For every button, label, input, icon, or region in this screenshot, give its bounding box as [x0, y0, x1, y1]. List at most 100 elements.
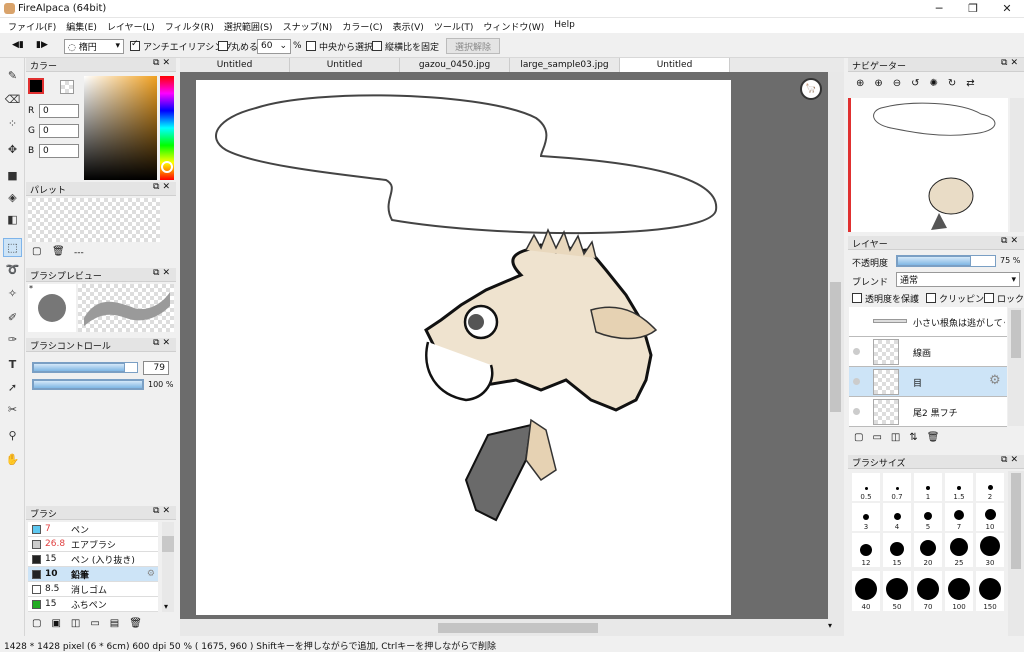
layer-footer-icons[interactable]: ▢▭◫⇅🗑	[854, 432, 948, 443]
protect-alpha-checkbox[interactable]: 透明度を保護	[852, 290, 919, 306]
tab-untitled-active[interactable]: Untitled	[620, 58, 730, 72]
brush-size-input[interactable]: 79	[143, 361, 169, 375]
panel-float-close-icon[interactable]: ⧉✕	[153, 182, 173, 192]
brush-size-cell[interactable]: 0.7	[883, 473, 911, 501]
fill-rect-tool-icon[interactable]: ■	[3, 166, 22, 185]
brush-size-cell[interactable]: 25	[945, 533, 973, 567]
select-pen-tool-icon[interactable]: ✐	[3, 308, 22, 327]
navigator-preview[interactable]	[848, 98, 1008, 232]
dot-tool-icon[interactable]: ⁘	[3, 114, 22, 133]
bucket-tool-icon[interactable]: ◈	[3, 188, 22, 207]
brush-panel-footer-icons[interactable]: ▢▣◫▭▤🗑	[32, 618, 152, 629]
brush-size-cell[interactable]: 100	[945, 571, 973, 611]
menu-edit[interactable]: 編集(E)	[62, 18, 103, 33]
brush-size-cell[interactable]: 15	[883, 533, 911, 567]
brush-size-cell[interactable]: 10	[976, 503, 1004, 531]
round-checkbox[interactable]: 丸める	[218, 38, 258, 54]
brush-size-cell[interactable]: 50	[883, 571, 911, 611]
primary-color-swatch[interactable]	[28, 78, 44, 94]
tab-untitled-2[interactable]: Untitled	[290, 58, 400, 72]
scroll-down-icon[interactable]: ▾	[164, 602, 168, 611]
panel-float-close-icon[interactable]: ⧉✕	[153, 268, 173, 278]
lock-checkbox[interactable]: ロック	[984, 290, 1024, 306]
select-eraser-tool-icon[interactable]: ✑	[3, 330, 22, 349]
brush-item-eraser[interactable]: 8.5 消しゴム	[28, 582, 158, 597]
brush-item-edge-pen[interactable]: 15 ふちペン	[28, 597, 158, 612]
panel-float-close-icon[interactable]: ⧉✕	[153, 58, 173, 68]
panel-float-close-icon[interactable]: ⧉✕	[1001, 236, 1021, 246]
layer-opacity-slider[interactable]	[896, 255, 996, 267]
canvas-viewport[interactable]: 🦙	[180, 72, 844, 619]
tab-gazou[interactable]: gazou_0450.jpg	[400, 58, 510, 72]
transparent-color-swatch[interactable]	[60, 80, 74, 94]
alpaca-mascot-icon[interactable]: 🦙	[800, 78, 822, 100]
panel-float-close-icon[interactable]: ⧉✕	[153, 338, 173, 348]
operation-tool-icon[interactable]: ➚	[3, 378, 22, 397]
menu-layer[interactable]: レイヤー(L)	[103, 18, 161, 33]
brush-size-cell[interactable]: 30	[976, 533, 1004, 567]
panel-float-close-icon[interactable]: ⧉✕	[1001, 58, 1021, 68]
brush-size-cell[interactable]: 70	[914, 571, 942, 611]
lasso-tool-icon[interactable]: ➰	[3, 260, 22, 279]
menu-color[interactable]: カラー(C)	[338, 18, 388, 33]
deselect-button[interactable]: 選択解除	[446, 38, 500, 54]
navigator-zoom-rotate-icons[interactable]: ⊕⊕⊖↺✺↻⇄	[856, 78, 985, 89]
brush-size-cell[interactable]: 7	[945, 503, 973, 531]
brush-size-cell[interactable]: 1	[914, 473, 942, 501]
brush-size-cell[interactable]: 3	[852, 503, 880, 531]
menu-window[interactable]: ウィンドウ(W)	[479, 18, 550, 33]
layer-row-text[interactable]: 小さい根魚は逃がしてくれ	[849, 307, 1007, 337]
brush-size-cell[interactable]: 1.5	[945, 473, 973, 501]
brush-item-pencil[interactable]: 10 鉛筆 ⚙	[28, 567, 158, 582]
eraser-tool-icon[interactable]: ⌫	[3, 90, 22, 109]
clipping-checkbox[interactable]: クリッピング	[926, 290, 993, 306]
menu-file[interactable]: ファイル(F)	[4, 18, 62, 33]
next-icon[interactable]: ▮▶	[36, 40, 48, 50]
visibility-icon[interactable]	[853, 408, 860, 415]
r-input[interactable]: 0	[39, 104, 79, 118]
canvas-horizontal-scrollbar[interactable]: ▾	[180, 619, 844, 636]
g-input[interactable]: 0	[39, 124, 79, 138]
menu-tool[interactable]: ツール(T)	[430, 18, 480, 33]
eyedropper-tool-icon[interactable]: ⚲	[3, 426, 22, 445]
hand-tool-icon[interactable]: ✋	[3, 450, 22, 469]
minimize-button[interactable]: ─	[922, 0, 956, 18]
close-button[interactable]: ✕	[990, 0, 1024, 18]
gear-icon[interactable]: ⚙	[147, 569, 155, 579]
menu-snap[interactable]: スナップ(N)	[279, 18, 339, 33]
visibility-icon[interactable]	[853, 378, 860, 385]
delete-palette-icon[interactable]: 🗑	[52, 246, 65, 257]
hue-handle[interactable]	[161, 161, 173, 173]
text-tool-icon[interactable]: T	[3, 355, 22, 374]
prev-icon[interactable]: ◀▮	[12, 40, 24, 50]
blend-mode-select[interactable]: 通常 ▾	[896, 272, 1020, 287]
round-value-select[interactable]: 60 ⌄	[257, 38, 291, 54]
brush-size-cell[interactable]: 150	[976, 571, 1004, 611]
b-input[interactable]: 0	[39, 144, 79, 158]
tab-large-sample[interactable]: large_sample03.jpg	[510, 58, 620, 72]
layer-row-eye[interactable]: 目 ⚙	[849, 367, 1007, 397]
new-palette-icon[interactable]: ▢	[32, 246, 41, 257]
brush-size-slider[interactable]	[32, 362, 138, 373]
antialias-checkbox[interactable]: アンチエイリアシング	[130, 38, 232, 54]
panel-float-close-icon[interactable]: ⧉✕	[1001, 455, 1021, 465]
canvas-document[interactable]	[196, 80, 731, 615]
brush-opacity-slider[interactable]	[32, 379, 144, 390]
brush-item-airbrush[interactable]: 26.8 エアブラシ	[28, 537, 158, 552]
brush-item-pen[interactable]: 7 ペン	[28, 522, 158, 537]
visibility-icon[interactable]	[853, 348, 860, 355]
layer-row-tail[interactable]: 尾2 黒フチ	[849, 397, 1007, 427]
layer-row-lineart[interactable]: 線画	[849, 337, 1007, 367]
pen-tool-icon[interactable]: ✎	[3, 66, 22, 85]
menu-view[interactable]: 表示(V)	[389, 18, 430, 33]
tab-untitled-1[interactable]: Untitled	[180, 58, 290, 72]
magic-wand-tool-icon[interactable]: ✧	[3, 284, 22, 303]
brush-size-cell[interactable]: 5	[914, 503, 942, 531]
palette-swatches-area[interactable]	[28, 198, 160, 242]
brush-size-cell[interactable]: 40	[852, 571, 880, 611]
panel-float-close-icon[interactable]: ⧉✕	[153, 506, 173, 516]
menu-filter[interactable]: フィルタ(R)	[161, 18, 220, 33]
fix-ratio-checkbox[interactable]: 縦横比を固定	[372, 38, 439, 54]
brush-item-pen-taper[interactable]: 15 ペン (入り抜き)	[28, 552, 158, 567]
brush-size-cell[interactable]: 4	[883, 503, 911, 531]
